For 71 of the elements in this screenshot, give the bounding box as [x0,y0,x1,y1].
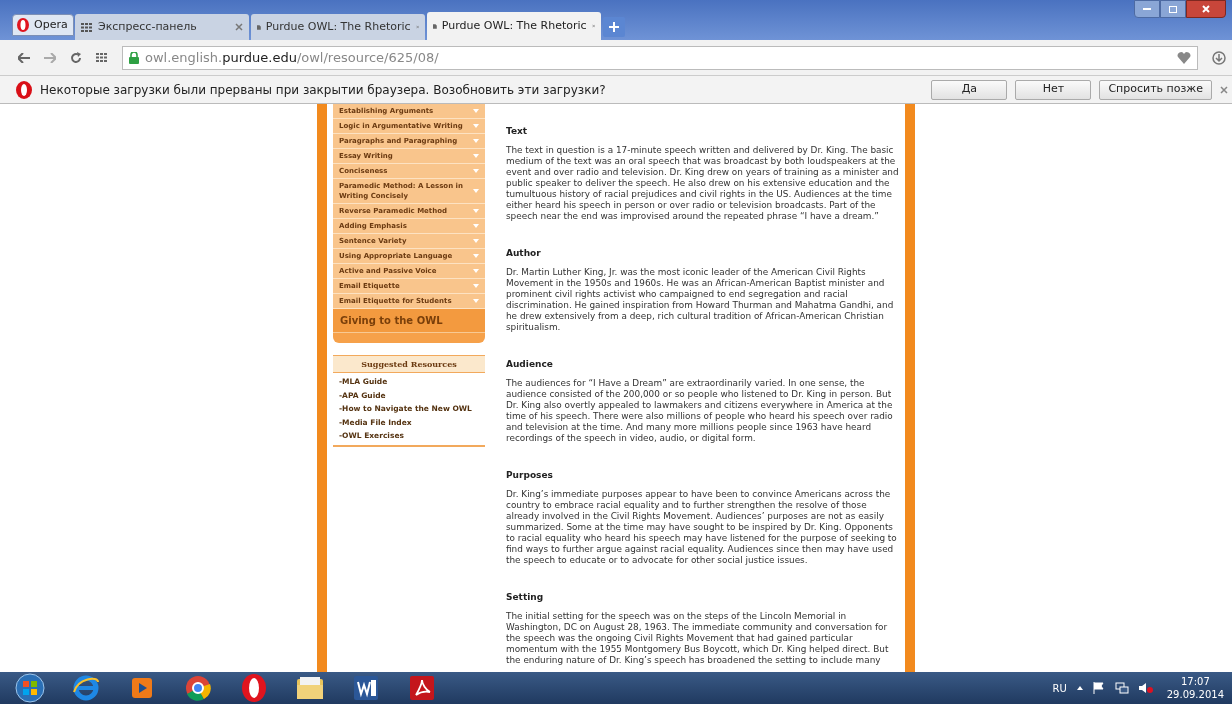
chrome-icon[interactable] [184,674,212,702]
caret-icon [473,254,479,258]
caret-up-icon[interactable] [1076,686,1083,690]
minimize-button[interactable] [1134,0,1160,18]
padlock-icon [129,51,139,64]
caret-icon [473,224,479,228]
section-heading: Purposes [506,470,554,481]
caret-icon [473,154,479,158]
caret-icon [473,209,479,213]
clock-time: 17:07 [1180,675,1210,688]
media-player-icon[interactable] [130,676,154,700]
caret-icon [473,109,479,113]
section-paragraph: The initial setting for the speech was on the steps of the Lincoln Memorial in Washington, DC on August 28, 1963. The immediate community and conversation for the speech was the ongoing Civil Rights Movement that had gained particular momentum with the 1955 Montgomery Bus Boycott, which Dr. King helped direct. But the enduring nature of Dr. King’s speech has broadened the setting to include many [506,611,890,666]
caret-icon [473,139,479,143]
section-heading: Author [506,248,542,259]
grid-icon [81,22,93,32]
new-tab-button[interactable] [603,17,625,37]
notification-button[interactable]: Спросить позже [1099,79,1212,100]
flag-icon[interactable] [1092,682,1105,694]
opera-logo-icon [16,18,30,32]
notification-message: Некоторые загрузки были прерваны при закрытии браузера. Возобновить эти загрузки? [40,81,607,99]
tab-title: Purdue OWL: The Rhetoric [265,18,411,35]
reload-icon[interactable] [70,51,82,64]
section-paragraph: The text in question is a 17-minute speech written and delivered by Dr. King. The basic medium of the text was an oral speech that was broadcast by both loudspeakers at the event and over radio and television. Dr. King drew on years of training as a minister and public speaker to deliver the speech. He also drew on his extensive education and the tumultuous history of racial prejudices and civil rights in the US. Audiences at the time either heard his speech in person or over radio or television broadcasts. Part of the speech near the end was improvised around the repeated phrase “I have a dream.” [506,145,899,222]
address-field[interactable]: owl.english.purdue.edu/owl/resource/625/08/ [122,45,1198,70]
section-heading: Text [506,126,529,137]
section-heading: Audience [506,359,554,370]
network-icon[interactable] [1114,682,1129,694]
caret-icon [473,239,479,243]
plus-icon [609,22,619,32]
minimize-icon [1143,8,1151,10]
sidebar-link[interactable]: Giving to the OWL [333,309,485,333]
tab-title: Purdue OWL: The Rhetoric [441,17,587,34]
caret-icon [473,124,479,128]
caret-icon [473,189,479,193]
restore-icon [1169,5,1177,13]
heart-icon[interactable] [1177,51,1191,64]
notification-button[interactable]: Да [931,79,1008,100]
resources-heading: Suggested Resources [333,355,485,373]
back-arrow-icon[interactable] [18,52,30,63]
caret-icon [473,299,479,303]
notification-button[interactable]: Нет [1015,79,1092,100]
download-icon[interactable] [1212,50,1226,65]
word-icon[interactable] [352,674,380,702]
clock-date: 29.09.2014 [1166,688,1224,701]
pdf-icon[interactable] [408,674,436,702]
caret-icon [473,269,479,273]
close-icon [1202,5,1210,13]
opera-icon[interactable] [240,673,268,703]
browser-e-icon[interactable] [72,674,100,702]
caret-icon [473,284,479,288]
restore-button[interactable] [1160,0,1186,18]
url-text: owl.english.purdue.edu/owl/resource/625/08/ [145,48,439,67]
opera-logo-icon [16,80,32,99]
close-icon[interactable] [1220,85,1228,94]
browser-tab[interactable]: Экспресс-панель [75,14,249,40]
caret-icon [473,169,479,173]
browser-tab[interactable]: Purdue OWL: The Rhetoric [427,12,601,40]
start-orb-icon[interactable] [15,673,45,703]
close-window-button[interactable] [1186,0,1226,18]
muted-speaker-icon[interactable] [1138,682,1153,694]
close-icon[interactable] [235,23,243,31]
section-heading: Setting [506,592,545,603]
browser-tab[interactable]: Purdue OWL: The Rhetoric [251,14,425,40]
grid-icon[interactable] [96,53,108,62]
language-indicator[interactable]: RU [1052,680,1067,696]
section-paragraph: The audiences for “I Have a Dream” are extraordinarily varied. In one sense, the audience consisted of the 200,000 or so people who listened to Dr. King in person. But Dr. King also overtly appealed to lawmakers and citizens everywhere in America at the time of his speech. There were also millions of people who heard his speech over radio and television at the time. And many more millions people since 1963 have heard recordings of the speech in video, audio, or digital form. [506,378,894,444]
tab-title: Экспресс-панель [98,18,198,35]
section-paragraph: Dr. Martin Luther King, Jr. was the most iconic leader of the American Civil Rights Movement in the 1950s and 1960s. He was an African-American Baptist minister and prominent civil rights activist who campaigned to end segregation and racial discrimination. He gained inspiration from Howard Thurman and Mahatma Gandhi, and he drew extensively from a deep, rich cultural tradition of African-American Christian spiritualism. [506,267,895,333]
folder-icon[interactable] [295,675,325,701]
section-paragraph: Dr. King’s immediate purposes appear to have been to convince Americans across the country to embrace racial equality and to further strengthen the resolve of those already involved in the Civil Rights Movement. Audiences’ purposes are not as easily summarized. Some at the time may have sought to be inspired by Dr. King. Opponents to racial equality who heard his speech may have listened for the purpose of seeking to find ways to further argue against racial equality. Audiences since then may have used the speech to educate or to advocate for other social justice issues. [506,489,898,566]
